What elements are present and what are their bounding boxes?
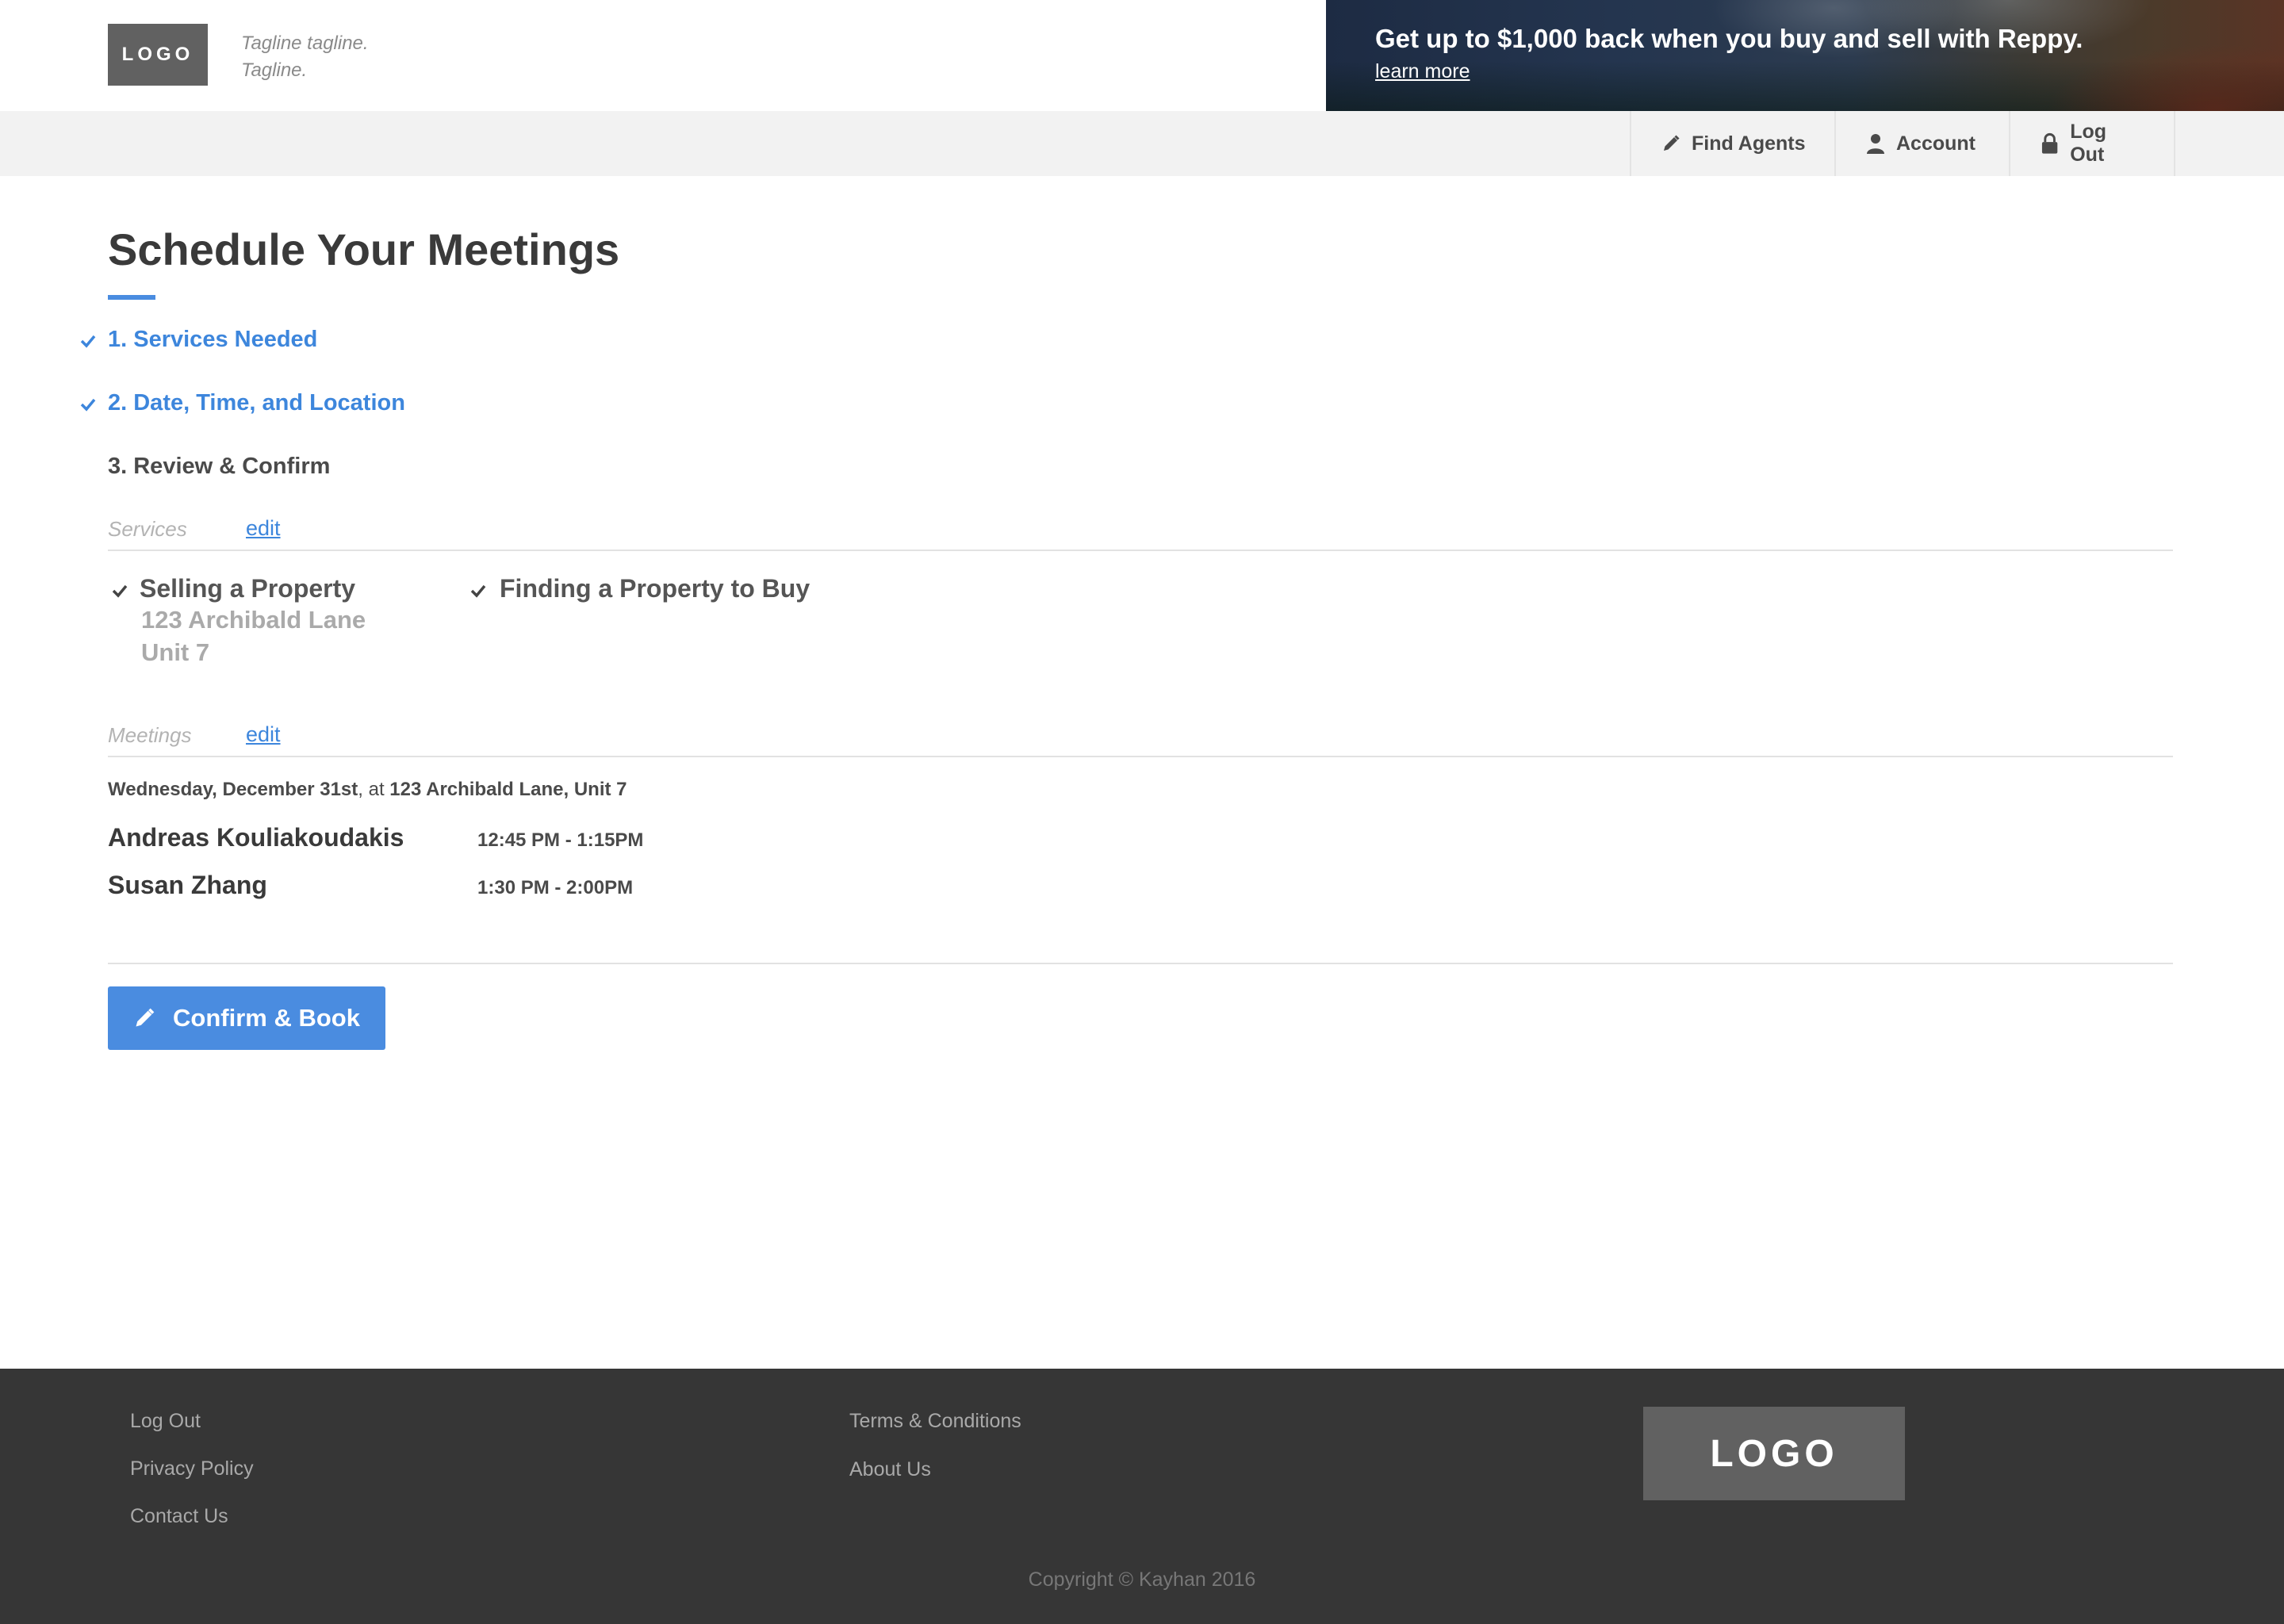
meeting-location: 123 Archibald Lane, Unit 7 — [389, 779, 627, 800]
meeting-date: Wednesday, December 31st — [108, 779, 358, 800]
tagline: Tagline tagline. Tagline. — [241, 30, 431, 84]
services-section-label: Services — [108, 517, 187, 541]
tagline-line-2: Tagline. — [241, 59, 308, 81]
nav-log-out-label: Log Out — [2070, 121, 2107, 166]
nav-log-out[interactable]: Log Out — [2009, 111, 2175, 176]
copyright: Copyright © Kayhan 2016 — [1028, 1568, 1256, 1591]
person-icon — [1867, 134, 1884, 154]
footer-logo[interactable]: LOGO — [1643, 1407, 1905, 1500]
site-header: LOGO Tagline tagline. Tagline. Get up to… — [0, 0, 2284, 111]
lock-icon — [2041, 132, 2058, 154]
footer-contact-us-link[interactable]: Contact Us — [130, 1505, 228, 1528]
confirm-book-label: Confirm & Book — [173, 1004, 360, 1032]
nav-find-agents-label: Find Agents — [1692, 132, 1806, 155]
service-selling-property: Selling a Property — [140, 574, 356, 603]
nav-account[interactable]: Account — [1834, 111, 2010, 176]
learn-more-link[interactable]: learn more — [1375, 60, 1470, 83]
divider — [108, 550, 2173, 551]
meetings-section-label: Meetings — [108, 723, 192, 747]
footer-log-out-link[interactable]: Log Out — [130, 1410, 201, 1433]
footer-privacy-policy-link[interactable]: Privacy Policy — [130, 1457, 254, 1480]
title-underline — [108, 295, 155, 300]
step-services-needed[interactable]: 1. Services Needed — [108, 327, 317, 353]
header-logo[interactable]: LOGO — [108, 24, 208, 86]
divider — [108, 756, 2173, 757]
footer-terms-link[interactable]: Terms & Conditions — [849, 1410, 1021, 1433]
promo-banner: Get up to $1,000 back when you buy and s… — [1326, 0, 2284, 111]
edit-meetings-link[interactable]: edit — [246, 722, 281, 747]
service-finding-property: Finding a Property to Buy — [500, 574, 811, 603]
banner-title: Get up to $1,000 back when you buy and s… — [1375, 24, 2083, 53]
service-address-line-2: Unit 7 — [141, 638, 210, 666]
site-footer: Log Out Privacy Policy Contact Us Terms … — [0, 1369, 2284, 1624]
nav-bar: Find Agents Account Log Out — [0, 111, 2284, 176]
agent-name: Andreas Kouliakoudakis — [108, 823, 404, 852]
page-title: Schedule Your Meetings — [108, 224, 620, 274]
check-icon — [470, 584, 486, 598]
meeting-time: 1:30 PM - 2:00PM — [477, 877, 634, 898]
confirm-book-button[interactable]: Confirm & Book — [108, 986, 385, 1050]
tagline-line-1: Tagline tagline. — [241, 33, 369, 54]
meeting-time: 12:45 PM - 1:15PM — [477, 829, 644, 851]
check-icon — [112, 584, 128, 598]
banner-background-image — [1326, 0, 2284, 111]
step-review-confirm: 3. Review & Confirm — [108, 454, 331, 479]
pencil-icon — [136, 1008, 155, 1027]
meeting-at-text: , at — [358, 779, 390, 800]
edit-services-link[interactable]: edit — [246, 516, 281, 541]
footer-about-us-link[interactable]: About Us — [849, 1458, 931, 1481]
step-date-time-location[interactable]: 2. Date, Time, and Location — [108, 390, 405, 416]
service-address-line-1: 123 Archibald Lane — [141, 606, 366, 634]
divider — [108, 963, 2173, 964]
nav-account-label: Account — [1896, 132, 1976, 155]
agent-name: Susan Zhang — [108, 871, 267, 899]
meeting-date-location: Wednesday, December 31st, at 123 Archiba… — [108, 779, 627, 801]
check-icon — [80, 335, 96, 348]
nav-find-agents[interactable]: Find Agents — [1630, 111, 1836, 176]
pencil-icon — [1664, 135, 1680, 151]
check-icon — [80, 398, 96, 412]
